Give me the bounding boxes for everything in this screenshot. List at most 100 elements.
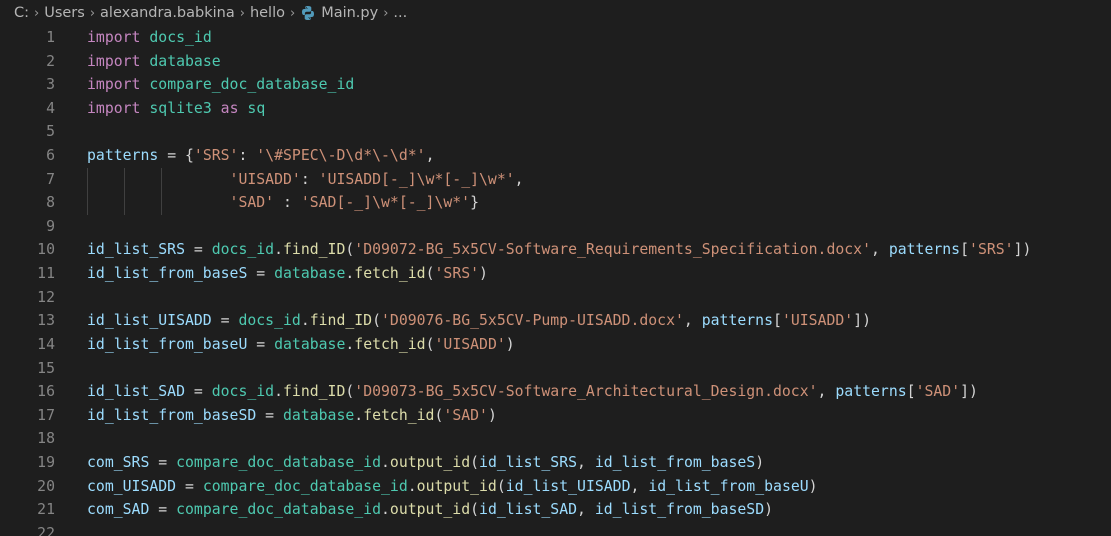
line-number: 5 [46,123,55,141]
line-number: 11 [37,265,55,283]
function-token: find_ID [283,383,346,401]
operator-token: : [274,194,301,212]
operator-token: ( [425,335,435,353]
variable-token: id_list_from_baseS [594,453,756,471]
operator-token: ) [764,501,774,519]
function-token: fetch_id [363,406,435,424]
variable-token: com_SRS [87,453,150,471]
operator-token: ( [345,241,355,259]
string-token: 'SAD' [915,383,961,401]
variable-token: id_list_SRS [479,453,578,471]
breadcrumb: C: › Users › alexandra.babkina › hello ›… [0,0,1111,26]
operator-token: : [238,147,257,165]
operator-token: ( [470,501,480,519]
chevron-right-icon: › [383,5,389,21]
code-line: import docs_id [87,26,1111,50]
variable-token: id_list_from_baseS [87,265,248,283]
operator-token: , [817,383,836,401]
code-line: import database [87,50,1111,74]
indent-guide [124,167,125,192]
operator-token: ]) [960,383,978,401]
variable-token: patterns [701,312,774,330]
operator-token: } [470,194,480,212]
breadcrumb-user-folder[interactable]: alexandra.babkina [100,5,235,21]
line-number: 6 [46,147,55,165]
operator-token: . [274,241,284,259]
function-token: fetch_id [354,265,426,283]
code-line: import sqlite3 as sq [87,97,1111,121]
chevron-right-icon: › [289,5,296,21]
module-token: compare_doc_database_id [176,453,381,471]
variable-token: id_list_SAD [87,383,185,401]
variable-token: id_list_from_baseU [87,335,248,353]
line-number: 8 [46,194,55,212]
string-token: 'D09072-BG_5x5CV-Software_Requirements_S… [354,241,871,259]
string-token: 'D09076-BG_5x5CV-Pump-UISADD.docx' [381,312,684,330]
line-number: 16 [37,383,55,401]
operator-token: . [354,406,364,424]
module-token: docs_id [149,29,212,46]
operator-token: . [345,265,355,283]
code-line: com_UISADD = compare_doc_database_id.out… [87,475,1111,499]
line-number: 9 [46,217,55,235]
variable-token: id_list_UISADD [505,477,631,495]
operator-token: = [211,312,239,330]
code-line: id_list_SRS = docs_id.find_ID('D09072-BG… [87,238,1111,262]
python-file-icon [302,6,315,20]
variable-token: com_UISADD [87,477,177,495]
line-number: 12 [37,288,55,306]
line-number: 13 [37,312,55,330]
operator-token: ) [808,477,818,495]
breadcrumb-more[interactable]: ... [393,5,407,21]
variable-token: com_SAD [87,501,150,519]
code-line: id_list_from_baseS = database.fetch_id('… [87,262,1111,286]
string-token: 'UISADD' [229,170,301,188]
operator-token: ( [372,312,382,330]
indent-guide [87,191,88,215]
line-number: 14 [37,335,55,353]
variable-token: id_list_UISADD [87,312,212,330]
operator-token: ) [479,265,488,283]
indent-guide [161,191,162,215]
keyword-token: as [220,99,239,117]
chevron-right-icon: › [89,5,96,21]
breadcrumb-users[interactable]: Users [44,5,85,21]
module-token: compare_doc_database_id [176,501,381,519]
breadcrumb-hello[interactable]: hello [250,5,285,21]
variable-token: id_list_SAD [479,501,578,519]
operator-token: [ [906,383,916,401]
string-token: '\#SPEC\-D\d*\-\d*' [256,147,426,165]
operator-token: ( [470,453,480,471]
code-line: import compare_doc_database_id [87,73,1111,97]
operator-token: , [871,241,889,259]
code-area[interactable]: import docs_id import database import co… [87,26,1111,536]
operator-token: ) [755,453,765,471]
operator-token: : [300,170,319,188]
line-number: 18 [37,430,55,448]
string-token: 'SRS' [434,265,480,283]
string-token: 'UISADD' [434,335,506,353]
operator-token: ]) [853,312,872,330]
module-token: database [283,406,355,424]
chevron-right-icon: › [239,5,245,21]
code-editor[interactable]: 1 2 3 4 5 6 7 8 9 10 11 12 13 14 15 16 1… [0,26,1111,536]
operator-token: = { [158,147,194,165]
operator-token: ) [505,335,515,353]
indent-guide [87,167,88,192]
operator-token: . [274,383,284,401]
breadcrumb-file[interactable]: Main.py [321,5,378,21]
function-token: fetch_id [354,335,426,353]
line-number: 7 [46,170,55,188]
module-token: compare_doc_database_id [202,477,408,495]
variable-token: id_list_from_baseSD [594,501,765,519]
operator-token: ( [425,265,435,283]
module-token: database [149,52,221,70]
breadcrumb-drive[interactable]: C: [14,5,29,21]
module-token: database [274,335,346,353]
operator-token: = [256,406,283,424]
operator-token: ) [487,406,497,424]
line-number: 22 [37,524,55,536]
